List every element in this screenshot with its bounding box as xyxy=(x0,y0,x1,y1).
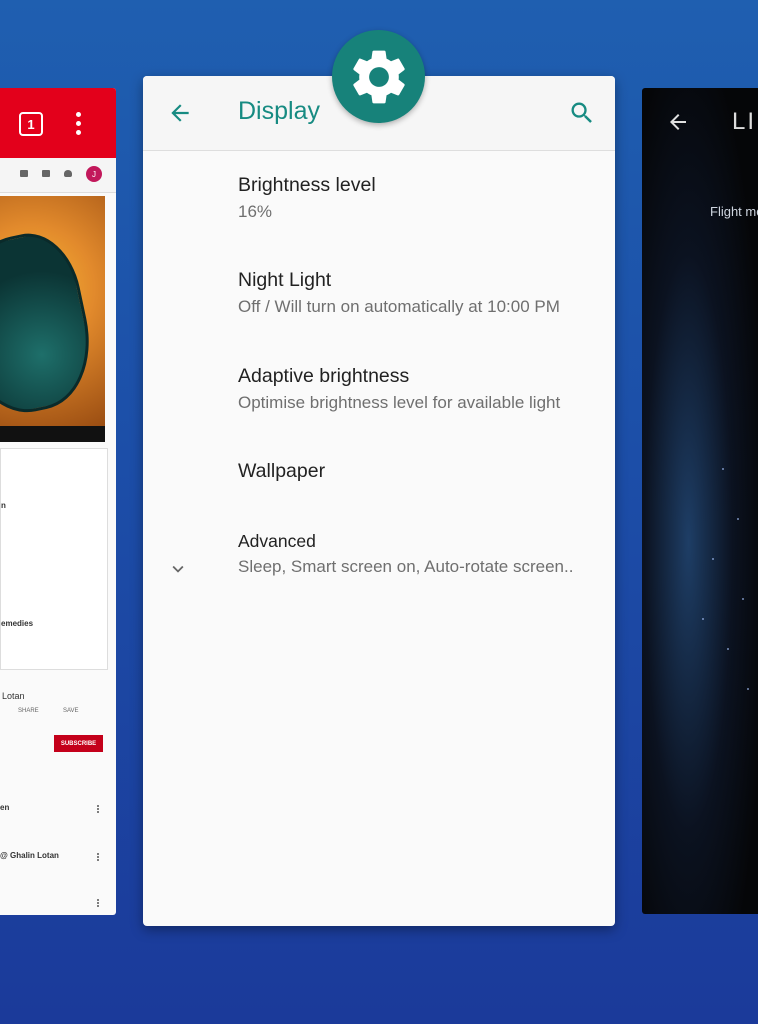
player-controls[interactable] xyxy=(0,426,105,442)
leaf-artwork xyxy=(0,224,103,424)
settings-app-icon[interactable] xyxy=(332,30,425,123)
recent-app-card-youtube[interactable]: 1 J n emedies Lotan SHARE SAVE SUBSCRIBE… xyxy=(0,88,116,915)
recent-app-card-settings[interactable]: Display Brightness level 16% Night Light… xyxy=(143,76,615,926)
youtube-header-icons: J xyxy=(0,158,116,193)
setting-label: Brightness level xyxy=(238,174,376,196)
avatar[interactable]: J xyxy=(86,166,102,182)
search-button[interactable] xyxy=(567,98,597,128)
arrow-left-icon[interactable] xyxy=(666,110,690,134)
setting-summary: 16% xyxy=(238,202,273,221)
tab-count-button[interactable]: 1 xyxy=(19,112,43,136)
bell-icon[interactable] xyxy=(64,170,72,177)
setting-brightness-level[interactable]: Brightness level 16% xyxy=(143,168,615,258)
star-dot xyxy=(712,558,714,560)
setting-summary: Optimise brightness level for available … xyxy=(238,393,561,412)
setting-label: Wallpaper xyxy=(238,460,326,482)
save-button[interactable]: SAVE xyxy=(63,708,79,714)
more-icon[interactable] xyxy=(96,804,100,818)
setting-summary: Off / Will turn on automatically at 10:0… xyxy=(238,297,560,316)
star-dot xyxy=(742,598,744,600)
back-button[interactable] xyxy=(165,98,195,128)
page-title: LI xyxy=(732,108,757,135)
setting-advanced[interactable]: Advanced Sleep, Smart screen on, Auto-ro… xyxy=(143,524,615,624)
setting-label: Night Light xyxy=(238,269,332,291)
youtube-top-bar: 1 xyxy=(0,88,116,158)
setting-summary: Sleep, Smart screen on, Auto-rotate scre… xyxy=(238,557,574,576)
subscribe-button[interactable]: SUBSCRIBE xyxy=(54,735,103,752)
star-dot xyxy=(722,468,724,470)
video-thumbnail xyxy=(0,196,105,426)
list-item[interactable]: emedies xyxy=(1,619,33,628)
camera-icon[interactable] xyxy=(20,170,28,177)
more-icon[interactable] xyxy=(96,852,100,866)
setting-night-light[interactable]: Night Light Off / Will turn on automatic… xyxy=(143,263,615,353)
overflow-menu-icon[interactable] xyxy=(74,110,82,136)
page-title: Display xyxy=(238,97,320,125)
apps-grid-icon[interactable] xyxy=(42,170,50,177)
recent-app-card-dark[interactable]: LI Flight mo xyxy=(642,88,758,914)
search-icon xyxy=(571,102,592,123)
list-item[interactable]: n xyxy=(1,501,6,510)
arrow-left-icon xyxy=(171,104,189,122)
gear-icon xyxy=(352,50,405,103)
playlist-panel: n emedies xyxy=(0,448,108,670)
more-icon[interactable] xyxy=(96,898,100,912)
setting-adaptive-brightness[interactable]: Adaptive brightness Optimise brightness … xyxy=(143,359,615,449)
channel-name: Lotan xyxy=(2,691,25,701)
flight-mode-label: Flight mo xyxy=(710,204,758,219)
star-dot xyxy=(702,618,704,620)
up-next-item[interactable]: @ Ghalin Lotan xyxy=(0,851,59,860)
up-next-item[interactable]: en xyxy=(0,803,9,812)
video-player[interactable] xyxy=(0,196,105,442)
star-dot xyxy=(727,648,729,650)
setting-label: Adaptive brightness xyxy=(238,365,410,387)
star-dot xyxy=(747,688,749,690)
share-button[interactable]: SHARE xyxy=(18,708,39,714)
setting-label: Advanced xyxy=(238,531,316,551)
chevron-down-icon xyxy=(172,565,184,573)
star-dot xyxy=(737,518,739,520)
